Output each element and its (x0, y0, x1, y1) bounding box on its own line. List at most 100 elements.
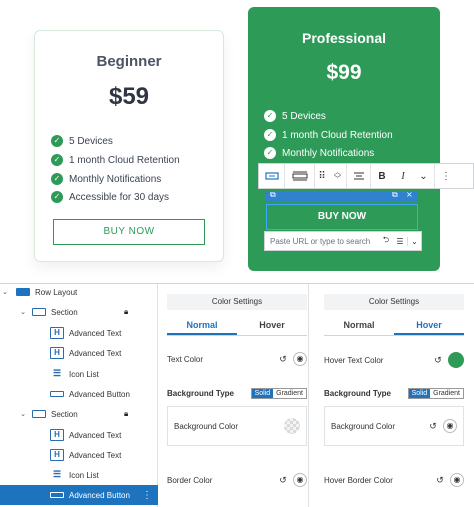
chevron-down-icon[interactable]: ⌄ (0, 288, 10, 296)
plan-price: $59 (108, 83, 150, 110)
buy-now-button[interactable]: BUY NOW (53, 219, 205, 245)
align-width-icon[interactable] (285, 164, 315, 188)
feature-item: ✓ Accessible for 30 days (51, 191, 169, 203)
tree-item-selected[interactable]: Advanced Button ⋮ (0, 485, 158, 505)
tree-item-label: Section (51, 307, 78, 317)
color-swatch[interactable] (448, 352, 464, 368)
feature-item: ✓ 5 Devices (264, 110, 326, 122)
chevron-down-icon[interactable]: ⌄ (413, 164, 435, 188)
hover-border-color-label: Hover Border Color (324, 475, 393, 485)
tree-item-label: Advanced Text (69, 328, 122, 338)
color-settings-hover: Color Settings Normal Hover Hover Text C… (316, 284, 466, 507)
bg-type-toggle[interactable]: Solid Gradient (250, 388, 307, 399)
check-icon: ✓ (51, 173, 63, 185)
close-icon[interactable]: × (406, 190, 413, 199)
url-search-input[interactable]: Paste URL or type to search ⮌ ☰ ⌄ (264, 231, 422, 251)
copy-icon[interactable]: ⧉ (270, 190, 276, 200)
panel-header: Color Settings (167, 294, 307, 310)
tree-item[interactable]: ☰ Icon List (0, 465, 158, 485)
link-icon[interactable]: ⮌ (379, 234, 393, 248)
tree-item[interactable]: H Advanced Text (0, 425, 158, 445)
duplicate-icon[interactable]: ⧉ (392, 190, 398, 200)
tree-item-label: Icon List (69, 369, 99, 379)
globe-icon[interactable]: ◉ (293, 473, 307, 487)
tree-item[interactable]: ☰ Icon List (0, 364, 158, 384)
tree-item-label: Advanced Button (69, 389, 130, 399)
tree-item-label: Section (51, 409, 78, 419)
chevron-down-icon[interactable]: ⌄ (18, 308, 28, 316)
tree-item[interactable]: ⌄ Section 🔒︎ (0, 302, 158, 322)
background-type-row: Background Type Solid Gradient (167, 388, 307, 399)
reset-icon[interactable]: ↺ (277, 475, 289, 486)
chevron-down-icon[interactable]: ⌄ (407, 236, 421, 246)
justify-icon[interactable] (347, 164, 371, 188)
solid-option[interactable]: Solid (408, 389, 431, 398)
globe-icon[interactable]: ◉ (443, 419, 457, 433)
block-toolbar: ⠿ ︿ ﹀ B I ⌄ ⋮ (258, 163, 474, 189)
background-type-row: Background Type Solid Gradient (324, 388, 464, 399)
tree-item[interactable]: H Advanced Text (0, 445, 158, 465)
heading-icon: H (50, 429, 64, 441)
pricing-card-beginner[interactable]: Beginner $59 ✓ 5 Devices ✓ 1 month Cloud R… (34, 30, 224, 262)
list-icon: ☰ (52, 368, 62, 378)
bg-type-toggle[interactable]: Solid Gradient (407, 388, 464, 399)
database-icon[interactable]: ☰ (393, 237, 407, 246)
color-settings-normal: Color Settings Normal Hover Text Color ↺… (159, 284, 309, 507)
tab-hover[interactable]: Hover (237, 314, 307, 335)
bg-color-label: Background Color (331, 421, 396, 431)
solid-option[interactable]: Solid (251, 389, 274, 398)
tree-item-label: Advanced Text (69, 450, 122, 460)
heading-icon: H (50, 347, 64, 359)
border-color-label: Border Color (167, 475, 213, 485)
hover-text-color-label: Hover Text Color (324, 355, 384, 365)
tree-item[interactable]: H Advanced Text (0, 343, 158, 363)
gradient-option[interactable]: Gradient (273, 389, 306, 398)
tab-normal[interactable]: Normal (324, 314, 394, 335)
feature-item: ✓ 1 month Cloud Retention (264, 129, 393, 141)
lock-icon[interactable]: 🔒︎ (124, 409, 128, 419)
plan-title: Beginner (96, 53, 162, 70)
layer-tree: ⌄ Row Layout ⌄ Section 🔒︎ H Advanced Tex… (0, 284, 158, 507)
check-icon: ✓ (51, 191, 63, 203)
buy-now-button[interactable]: BUY NOW (266, 204, 418, 230)
reset-icon[interactable]: ↺ (427, 421, 439, 432)
hover-border-color-row: Hover Border Color ↺ ◉ (324, 473, 464, 487)
tree-item-label: Row Layout (35, 287, 78, 297)
block-selection-bar: ⧉ ⧉ × (266, 190, 418, 202)
check-icon: ✓ (51, 135, 63, 147)
row-layout-icon (16, 288, 30, 296)
more-options-icon[interactable]: ⋮ (435, 164, 457, 188)
bold-button[interactable]: B (371, 164, 393, 188)
check-icon: ✓ (264, 129, 276, 141)
state-tabs: Normal Hover (167, 314, 307, 336)
feature-item: ✓ Monthly Notifications (51, 173, 161, 185)
reset-icon[interactable]: ↺ (432, 355, 444, 366)
drag-handle-icon[interactable]: ⠿ (315, 164, 329, 188)
tab-hover[interactable]: Hover (394, 314, 464, 335)
tree-item[interactable]: ⌄ Row Layout (0, 282, 158, 302)
move-up-down-icon[interactable]: ︿ ﹀ (329, 164, 347, 188)
button-icon (50, 492, 64, 498)
button-block-icon[interactable] (259, 164, 285, 188)
gradient-option[interactable]: Gradient (430, 389, 463, 398)
more-options-icon[interactable]: ⋮ (142, 490, 152, 501)
tree-item[interactable]: ⌄ Section 🔒︎ (0, 404, 158, 424)
chevron-down-icon[interactable]: ⌄ (18, 410, 28, 418)
tree-item[interactable]: Advanced Button (0, 384, 158, 404)
globe-icon[interactable]: ◉ (293, 352, 307, 366)
italic-button[interactable]: I (393, 164, 413, 188)
tree-item[interactable]: H Advanced Text (0, 323, 158, 343)
tab-normal[interactable]: Normal (167, 314, 237, 335)
globe-icon[interactable]: ◉ (450, 473, 464, 487)
lock-icon[interactable]: 🔒︎ (124, 307, 128, 317)
color-swatch[interactable] (284, 418, 300, 434)
tree-item-label: Icon List (69, 470, 99, 480)
check-icon: ✓ (264, 147, 276, 159)
section-icon (32, 410, 46, 418)
plan-price: $99 (326, 61, 362, 84)
tree-item-label: Advanced Button (69, 490, 130, 500)
heading-icon: H (50, 449, 64, 461)
reset-icon[interactable]: ↺ (434, 475, 446, 486)
reset-icon[interactable]: ↺ (277, 354, 289, 365)
heading-icon: H (50, 327, 64, 339)
